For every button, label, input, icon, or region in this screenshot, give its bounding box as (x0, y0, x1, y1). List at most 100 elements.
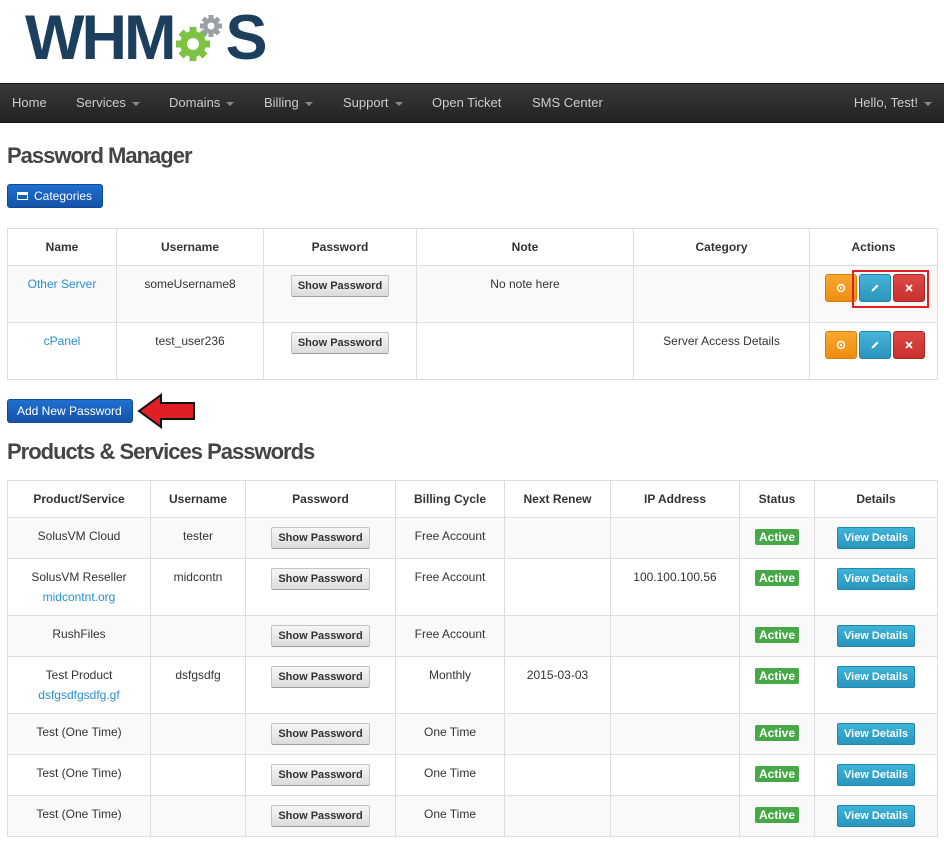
caret-down-icon (924, 101, 932, 106)
ip-address-cell: 100.100.100.56 (610, 558, 740, 616)
nav-support[interactable]: Support (343, 84, 403, 122)
credit-card-icon (17, 192, 28, 200)
status-badge: Active (754, 807, 800, 823)
nav-user-label: Hello, Test! (853, 95, 918, 110)
nav-home-label: Home (12, 95, 47, 110)
billing-cycle-cell: Monthly (395, 656, 505, 714)
ip-address-cell (610, 517, 740, 559)
username-cell: tester (150, 517, 246, 559)
caret-down-icon (394, 101, 403, 106)
product-cell: SolusVM Reseller midcontnt.org (7, 558, 151, 616)
caret-down-icon (226, 101, 235, 106)
gear-icon (176, 15, 223, 61)
products-title: Products & Services Passwords (7, 439, 315, 464)
whmcs-logo[interactable]: WHM S (25, 7, 267, 70)
nav-open-ticket-label: Open Ticket (432, 95, 502, 110)
username-cell: dsfgsdfg (150, 656, 246, 714)
highlight-box (852, 270, 929, 308)
product-cell: Test Product dsfgsdfgsdfg.gf (7, 656, 151, 714)
category-cell: Server Access Details (633, 322, 810, 380)
next-renew-cell (504, 795, 611, 837)
show-password-button[interactable]: Show Password (271, 666, 370, 688)
table-row: SolusVM Cloud tester Show Password Free … (7, 517, 938, 559)
top-navbar: Home Services Domains Billing Support Op… (0, 83, 944, 123)
password-name-link[interactable]: Other Server (28, 277, 97, 291)
username-cell (150, 615, 246, 657)
view-details-button[interactable]: View Details (837, 666, 915, 688)
column-header: Name (7, 228, 117, 266)
password-name-link[interactable]: cPanel (44, 334, 81, 348)
column-header: Actions (809, 228, 938, 266)
show-password-button[interactable]: Show Password (271, 805, 370, 827)
product-cell: Test (One Time) (7, 795, 151, 837)
note-cell: No note here (416, 265, 634, 323)
show-password-button[interactable]: Show Password (271, 527, 370, 549)
username-cell (150, 713, 246, 755)
column-header: Billing Cycle (395, 480, 505, 518)
status-badge: Active (754, 766, 800, 782)
nav-billing[interactable]: Billing (264, 84, 313, 122)
nav-domains-label: Domains (169, 95, 221, 110)
table-row: cPanel test_user236 Show Password Server… (7, 322, 938, 380)
show-password-button[interactable]: Show Password (271, 625, 370, 647)
column-header: Username (150, 480, 246, 518)
eye-icon (836, 283, 845, 293)
view-details-button[interactable]: View Details (837, 764, 915, 786)
show-password-button[interactable]: Show Password (290, 332, 390, 354)
billing-cycle-cell: One Time (395, 754, 505, 796)
password-manager-title: Password Manager (7, 143, 193, 168)
next-renew-cell (504, 754, 611, 796)
nav-services-label: Services (76, 95, 126, 110)
table-row: SolusVM Reseller midcontnt.org midcontn S… (7, 558, 938, 616)
next-renew-cell (504, 558, 611, 616)
table-header-row: Product/Service Username Password Billin… (7, 480, 938, 518)
nav-home[interactable]: Home (12, 84, 47, 122)
categories-button[interactable]: Categories (7, 184, 103, 208)
caret-down-icon (131, 101, 140, 106)
view-details-button[interactable]: View Details (837, 723, 915, 745)
nav-sms-center[interactable]: SMS Center (532, 84, 603, 122)
show-password-button[interactable]: Show Password (271, 568, 370, 590)
nav-domains[interactable]: Domains (169, 84, 235, 122)
show-password-button[interactable]: Show Password (271, 764, 370, 786)
ip-address-cell (610, 656, 740, 714)
column-header: Password (263, 228, 417, 266)
domain-link[interactable]: midcontnt.org (8, 590, 150, 604)
show-password-button[interactable]: Show Password (290, 275, 390, 297)
show-password-button[interactable]: Show Password (271, 723, 370, 745)
username-cell: test_user236 (116, 322, 264, 380)
status-badge: Active (754, 570, 800, 586)
nav-sms-center-label: SMS Center (532, 95, 603, 110)
note-cell (416, 322, 634, 380)
next-renew-cell (504, 615, 611, 657)
edit-button[interactable] (858, 331, 891, 359)
view-button[interactable] (824, 331, 857, 359)
nav-open-ticket[interactable]: Open Ticket (432, 84, 501, 122)
view-details-button[interactable]: View Details (837, 568, 915, 590)
table-row: RushFiles Show Password Free Account Act… (7, 615, 938, 657)
domain-link[interactable]: dsfgsdfgsdfg.gf (8, 688, 150, 702)
table-row: Test Product dsfgsdfgsdfg.gf dsfgsdfg Sho… (7, 656, 938, 714)
nav-services[interactable]: Services (76, 84, 140, 122)
view-details-button[interactable]: View Details (837, 805, 915, 827)
product-name: Test Product (45, 668, 113, 682)
add-new-password-button[interactable]: Add New Password (7, 399, 133, 423)
product-cell: SolusVM Cloud (7, 517, 151, 559)
view-details-button[interactable]: View Details (837, 527, 915, 549)
status-badge: Active (754, 668, 800, 684)
next-renew-cell (504, 713, 611, 755)
ip-address-cell (610, 795, 740, 837)
table-row: Test (One Time) Show Password One Time A… (7, 754, 938, 796)
column-header: Note (416, 228, 634, 266)
billing-cycle-cell: Free Account (395, 558, 505, 616)
view-details-button[interactable]: View Details (837, 625, 915, 647)
table-row: Other Server someUsername8 Show Password… (7, 265, 938, 323)
table-row: Test (One Time) Show Password One Time A… (7, 795, 938, 837)
eye-icon (836, 340, 845, 350)
nav-user-menu[interactable]: Hello, Test! (854, 84, 932, 122)
column-header: Details (814, 480, 938, 518)
ip-address-cell (610, 754, 740, 796)
column-header: Next Renew (504, 480, 611, 518)
product-cell: Test (One Time) (7, 713, 151, 755)
delete-button[interactable] (892, 331, 925, 359)
